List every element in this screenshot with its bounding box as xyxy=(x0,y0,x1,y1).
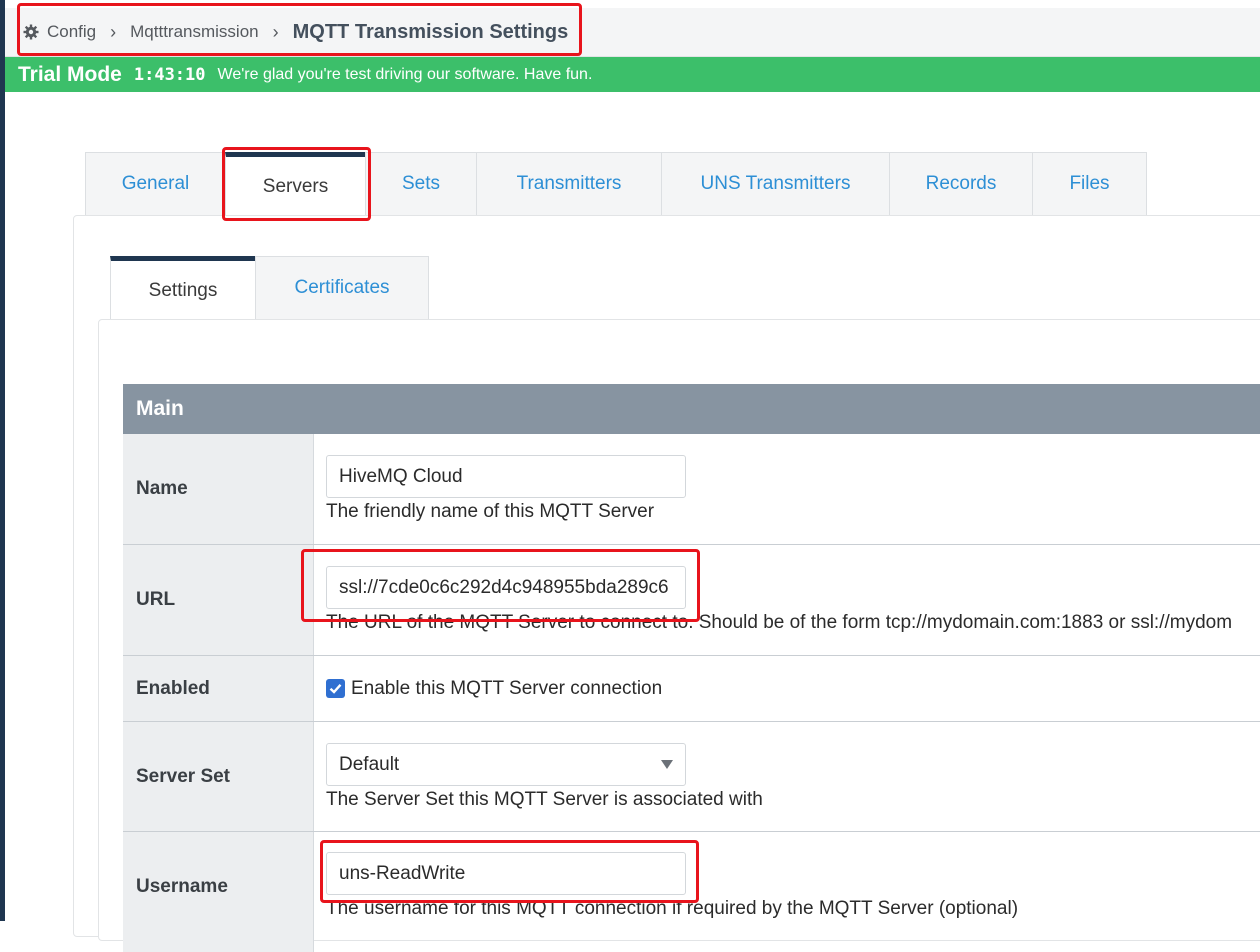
tab-transmitters[interactable]: Transmitters xyxy=(476,152,662,215)
breadcrumb: Config › Mqtttransmission › MQTT Transmi… xyxy=(5,8,1260,57)
tab-records[interactable]: Records xyxy=(889,152,1033,215)
chevron-right-icon: › xyxy=(110,21,117,42)
checkmark-icon xyxy=(329,683,342,694)
server-settings-form: Main Name HiveMQ Cloud The friendly name… xyxy=(123,384,1260,952)
row-enabled: Enabled Enable this MQTT Server connecti… xyxy=(123,656,1260,722)
username-help: The username for this MQTT connection if… xyxy=(326,898,1019,919)
page-title: MQTT Transmission Settings xyxy=(292,20,569,43)
enabled-checkbox[interactable] xyxy=(326,679,345,698)
caret-down-icon xyxy=(661,760,673,769)
username-input[interactable]: uns-ReadWrite xyxy=(326,852,686,895)
trial-timer: 1:43:10 xyxy=(133,64,206,85)
trial-message: We're glad you're test driving our softw… xyxy=(217,65,593,83)
username-label: Username xyxy=(123,832,314,952)
tab-servers[interactable]: Servers xyxy=(225,152,366,216)
server-set-value: Default xyxy=(339,753,400,775)
username-cell: uns-ReadWrite The username for this MQTT… xyxy=(314,832,1260,952)
server-set-cell: Default The Server Set this MQTT Server … xyxy=(314,722,1260,831)
breadcrumb-config[interactable]: Config xyxy=(47,22,96,42)
row-url: URL ssl://7cde0c6c292d4c948955bda289c6 T… xyxy=(123,545,1260,656)
tab-settings[interactable]: Settings xyxy=(110,256,256,320)
tab-files[interactable]: Files xyxy=(1032,152,1147,215)
tab-uns-transmitters[interactable]: UNS Transmitters xyxy=(661,152,890,215)
tab-sets[interactable]: Sets xyxy=(365,152,477,215)
row-username: Username uns-ReadWrite The username for … xyxy=(123,832,1260,952)
row-name: Name HiveMQ Cloud The friendly name of t… xyxy=(123,434,1260,545)
name-input[interactable]: HiveMQ Cloud xyxy=(326,455,686,498)
main-tabs: General Servers Sets Transmitters UNS Tr… xyxy=(85,152,1147,216)
tab-certificates[interactable]: Certificates xyxy=(255,256,429,319)
row-server-set: Server Set Default The Server Set this M… xyxy=(123,722,1260,832)
left-rail xyxy=(0,0,5,921)
enabled-label: Enabled xyxy=(123,656,314,721)
enabled-checkbox-line[interactable]: Enable this MQTT Server connection xyxy=(326,678,662,700)
trial-mode-label: Trial Mode xyxy=(18,62,122,86)
enabled-checkbox-text: Enable this MQTT Server connection xyxy=(351,677,663,699)
gear-icon xyxy=(23,24,39,40)
name-help: The friendly name of this MQTT Server xyxy=(326,501,655,522)
server-set-select[interactable]: Default xyxy=(326,743,686,786)
url-input[interactable]: ssl://7cde0c6c292d4c948955bda289c6 xyxy=(326,566,686,609)
chevron-right-icon: › xyxy=(272,21,279,42)
tab-general[interactable]: General xyxy=(85,152,226,215)
server-set-label: Server Set xyxy=(123,722,314,831)
enabled-cell: Enable this MQTT Server connection xyxy=(314,656,1260,721)
name-label: Name xyxy=(123,434,314,544)
server-subtabs: Settings Certificates xyxy=(110,256,429,320)
server-set-help: The Server Set this MQTT Server is assoc… xyxy=(326,789,763,810)
breadcrumb-mqtttransmission[interactable]: Mqtttransmission xyxy=(130,22,258,42)
url-cell: ssl://7cde0c6c292d4c948955bda289c6 The U… xyxy=(314,545,1260,655)
name-cell: HiveMQ Cloud The friendly name of this M… xyxy=(314,434,1260,544)
url-label: URL xyxy=(123,545,314,655)
trial-banner: Trial Mode 1:43:10 We're glad you're tes… xyxy=(5,57,1260,92)
section-header-main: Main xyxy=(123,384,1260,434)
url-help: The URL of the MQTT Server to connect to… xyxy=(326,612,1233,633)
